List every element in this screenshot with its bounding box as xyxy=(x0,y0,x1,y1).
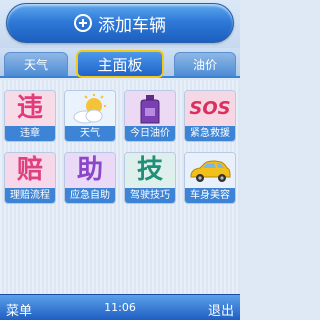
grid-item-label: 车身美容 xyxy=(185,188,235,203)
grid-item-car-beauty[interactable]: 车身美容 xyxy=(184,152,236,204)
main-panel-grid: 违 违章 天气 今日油价 SOS 紧急救援 赔 理赔流程 助 应急自助 技 驾驶… xyxy=(0,80,240,294)
tab-bar: 天气 主面板 油价 xyxy=(0,48,240,78)
clock: 11:06 xyxy=(104,301,136,314)
exit-softkey[interactable]: 退出 xyxy=(208,300,234,319)
grid-item-violation[interactable]: 违 违章 xyxy=(4,90,56,142)
grid-item-label: 今日油价 xyxy=(125,126,175,141)
sos-icon: SOS xyxy=(185,91,235,126)
claims-char-icon: 赔 xyxy=(5,153,55,188)
add-vehicle-button[interactable]: 添加车辆 xyxy=(6,3,234,43)
oil-bottle-icon xyxy=(125,91,175,126)
tab-main-panel[interactable]: 主面板 xyxy=(76,50,164,78)
header-bar: 添加车辆 xyxy=(0,0,240,48)
grid-item-label: 天气 xyxy=(65,126,115,141)
grid-item-label: 应急自助 xyxy=(65,188,115,203)
grid-item-oil-price[interactable]: 今日油价 xyxy=(124,90,176,142)
softkey-bar: 菜单 11:06 退出 xyxy=(0,294,240,320)
grid-item-claims-process[interactable]: 赔 理赔流程 xyxy=(4,152,56,204)
tips-char-icon: 技 xyxy=(125,153,175,188)
tab-weather[interactable]: 天气 xyxy=(4,52,68,76)
grid-item-label: 紧急救援 xyxy=(185,126,235,141)
tab-oil-price[interactable]: 油价 xyxy=(174,52,236,76)
grid-item-label: 理赔流程 xyxy=(5,188,55,203)
sun-cloud-icon xyxy=(65,91,115,126)
add-vehicle-label: 添加车辆 xyxy=(98,15,166,36)
violation-char-icon: 违 xyxy=(5,91,55,126)
grid-item-emergency-self-help[interactable]: 助 应急自助 xyxy=(64,152,116,204)
grid-item-weather[interactable]: 天气 xyxy=(64,90,116,142)
car-icon xyxy=(185,153,235,188)
grid-item-label: 违章 xyxy=(5,126,55,141)
help-char-icon: 助 xyxy=(65,153,115,188)
grid-item-driving-tips[interactable]: 技 驾驶技巧 xyxy=(124,152,176,204)
add-circle-icon xyxy=(74,14,92,32)
grid-item-label: 驾驶技巧 xyxy=(125,188,175,203)
grid-item-emergency-rescue[interactable]: SOS 紧急救援 xyxy=(184,90,236,142)
